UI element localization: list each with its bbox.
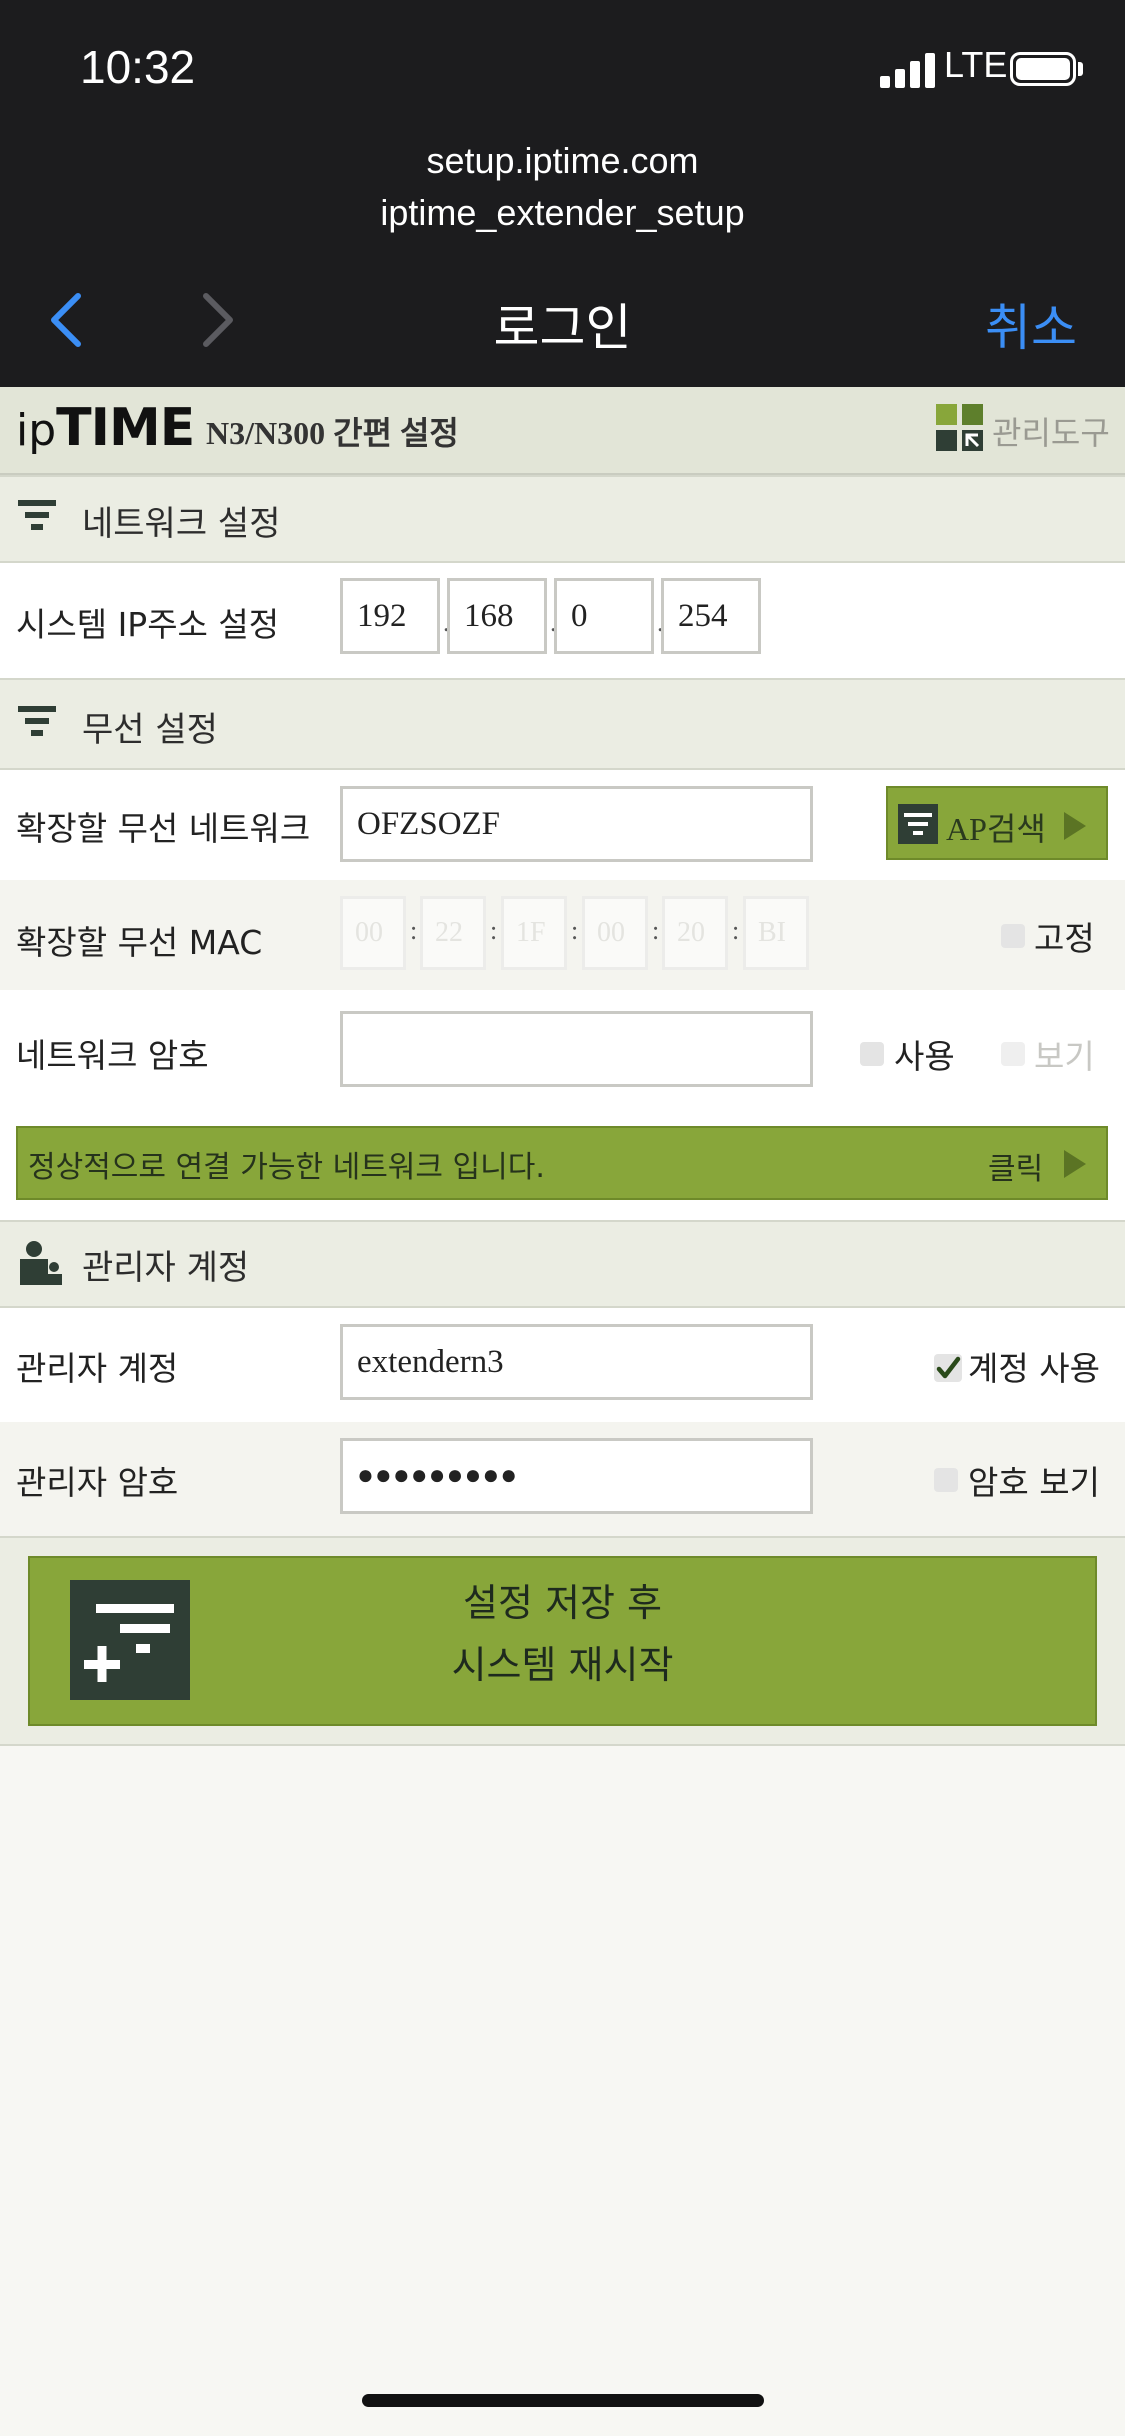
logo-time: TIME (56, 398, 195, 458)
admin-section-title: 관리자 계정 (82, 1248, 250, 1288)
save-label: 설정 저장 후 시스템 재시작 (250, 1572, 875, 1696)
signal-icon (880, 52, 936, 88)
mac-label-text: 확장할 무선 MAC (16, 923, 263, 962)
mac-octet-4[interactable]: 00 (582, 896, 648, 970)
mac-colon: : (652, 916, 660, 945)
admin-account-input[interactable]: extendern3 (340, 1324, 813, 1400)
ip-octet-1[interactable]: 192 (340, 578, 440, 654)
use-password-checkbox[interactable] (860, 1042, 884, 1066)
ap-search-label: AP검색 (946, 811, 1046, 847)
admin-password-input[interactable]: ●●●●●●●●● (340, 1438, 813, 1514)
ip-label: 시스템 IP주소 설정 (16, 605, 280, 644)
ssid-label: 확장할 무선 네트워크 (16, 809, 311, 848)
mac-octet-5[interactable]: 20 (662, 896, 728, 970)
notice-click-label: 클릭 (988, 1152, 1044, 1187)
home-indicator[interactable] (362, 2394, 764, 2407)
save-label-line1: 설정 저장 후 (463, 1581, 662, 1625)
use-password-label: 사용 (894, 1037, 955, 1076)
network-section-title: 네트워크 설정 (82, 504, 281, 544)
account-use-checkbox[interactable] (934, 1354, 962, 1382)
logo-ip: ip (16, 405, 57, 456)
mac-colon: : (571, 916, 579, 945)
save-label-line2: 시스템 재시작 (451, 1643, 674, 1687)
save-settings-icon (70, 1580, 190, 1700)
admin-tool-link[interactable]: 관리도구 (992, 408, 1110, 454)
status-time: 10:32 (80, 41, 196, 93)
fixed-checkbox[interactable] (1001, 924, 1025, 948)
ip-octet-3[interactable]: 0 (554, 578, 654, 654)
ssid-input[interactable]: OFZSOZF (340, 786, 813, 862)
model-title: N3/N300 간편 설정 (206, 415, 459, 451)
admin-password-label: 관리자 암호 (16, 1463, 179, 1502)
mac-octet-3[interactable]: 1F (501, 896, 567, 970)
network-password-input[interactable] (340, 1011, 813, 1087)
page-title: 로그인 (493, 299, 632, 357)
mac-octet-2[interactable]: 22 (420, 896, 486, 970)
url-host: setup.iptime.com (426, 140, 699, 181)
network-type: LTE (944, 44, 1008, 85)
mac-octet-6[interactable]: BI (743, 896, 809, 970)
battery-tip (1078, 62, 1083, 76)
cancel-button[interactable]: 취소 (985, 288, 1077, 360)
filter-icon (18, 500, 56, 530)
iptime-logo: ipTIME (16, 398, 195, 458)
battery-icon (1010, 52, 1076, 86)
ip-octet-4[interactable]: 254 (661, 578, 761, 654)
admin-account-label: 관리자 계정 (16, 1349, 179, 1388)
user-icon (20, 1241, 62, 1285)
network-password-label: 네트워크 암호 (16, 1036, 209, 1075)
admin-tool-icon[interactable] (936, 404, 984, 452)
mac-colon: : (410, 916, 418, 945)
mac-colon: : (732, 916, 740, 945)
mac-octet-1[interactable]: 00 (340, 896, 406, 970)
show-admin-password-checkbox[interactable] (934, 1468, 958, 1492)
arrow-right-icon (1064, 1150, 1086, 1178)
show-admin-password-label: 암호 보기 (968, 1463, 1100, 1502)
show-password-checkbox[interactable] (1001, 1042, 1025, 1066)
url-path: iptime_extender_setup (380, 192, 745, 233)
ip-octet-2[interactable]: 168 (447, 578, 547, 654)
connection-notice-text: 정상적으로 연결 가능한 네트워크 입니다. (28, 1150, 545, 1185)
show-password-label: 보기 (1034, 1037, 1095, 1076)
account-use-label: 계정 사용 (968, 1349, 1100, 1388)
mac-label: 확장할 무선 MAC (16, 916, 262, 964)
arrow-right-icon (1064, 812, 1086, 840)
mac-colon: : (490, 916, 498, 945)
wireless-section-title: 무선 설정 (82, 710, 218, 750)
fixed-label: 고정 (1034, 919, 1095, 958)
filter-icon (898, 804, 938, 844)
filter-icon (18, 706, 56, 736)
